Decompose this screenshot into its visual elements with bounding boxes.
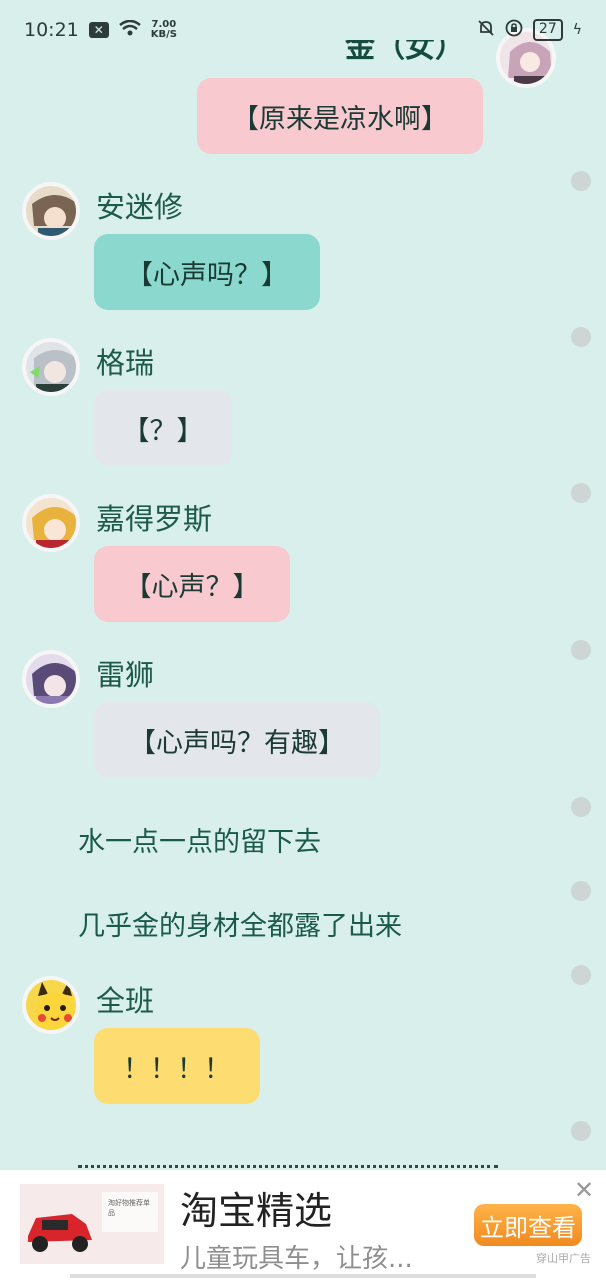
message-dot[interactable] (571, 171, 591, 191)
status-time: 10:21 (24, 19, 79, 41)
ad-thumbnail[interactable]: 淘好物推荐单品 (20, 1184, 164, 1264)
message-bubble[interactable]: 【心声吗？有趣】 (94, 702, 380, 778)
narration-text: 水一点一点的留下去 (78, 827, 321, 858)
rotation-lock-icon (505, 19, 523, 42)
avatar-jiadeluosi[interactable] (22, 494, 80, 552)
message-dot[interactable] (571, 483, 591, 503)
message-bubble[interactable]: 【？】 (94, 390, 232, 466)
battery-indicator: 27 (532, 19, 563, 41)
notification-x-icon: ✕ (88, 22, 109, 38)
ad-subtitle[interactable]: 儿童玩具车，让孩... (180, 1238, 413, 1275)
status-bar: 10:21 ✕ 7.00 KB/S 27 ϟ (0, 0, 606, 60)
message-dot[interactable] (571, 797, 591, 817)
message-dot[interactable] (571, 640, 591, 660)
message-dot[interactable] (571, 965, 591, 985)
network-speed-unit: KB/S (150, 29, 177, 40)
ad-title[interactable]: 淘宝精选 (180, 1180, 332, 1235)
ad-close-icon[interactable]: ✕ (574, 1176, 594, 1204)
wifi-icon (118, 19, 141, 41)
ad-source-label: 穿山甲广告 (536, 1252, 591, 1265)
network-speed: 7.00 KB/S (151, 20, 177, 40)
sender-name: 雷狮 (96, 658, 155, 692)
sender-name: 安迷修 (96, 190, 184, 224)
ad-thumb-caption: 淘好物推荐单品 (108, 1199, 150, 1217)
message-bubble[interactable]: 【心声吗？】 (94, 234, 320, 310)
message-text: 【心声吗？】 (126, 259, 288, 291)
avatar-gerui[interactable] (22, 338, 80, 396)
message-dot[interactable] (571, 881, 591, 901)
message-dot[interactable] (571, 327, 591, 347)
message-bubble[interactable]: ！！！！ (94, 1028, 260, 1104)
message-bubble[interactable]: 【原来是凉水啊】 (197, 78, 483, 154)
ad-banner[interactable]: 淘好物推荐单品 淘宝精选 儿童玩具车，让孩... 立即查看 ✕ 穿山甲广告 (0, 1170, 606, 1280)
message-text: 【心声吗？有趣】 (129, 727, 345, 759)
message-text: ！！！！ (123, 1053, 231, 1085)
message-dot[interactable] (571, 1121, 591, 1141)
avatar-leishi[interactable] (22, 650, 80, 708)
bell-off-icon (477, 19, 495, 42)
charging-icon: ϟ (572, 22, 582, 38)
sender-name: 嘉得罗斯 (96, 502, 213, 536)
message-text: 【心声？】 (124, 571, 260, 603)
sender-name: 全班 (96, 984, 155, 1018)
narration-text: 几乎金的身材全都露了出来 (78, 911, 402, 942)
avatar-quanban[interactable] (22, 976, 80, 1034)
avatar-anmixiu[interactable] (22, 182, 80, 240)
message-text: 【原来是凉水啊】 (232, 103, 448, 135)
ad-view-now-button[interactable]: 立即查看 (474, 1204, 582, 1246)
sender-name: 格瑞 (96, 346, 155, 380)
chat-area: 金（女） 【原来是凉水啊】 安迷修 【心声吗？】 格瑞 【？】 嘉得罗斯 【心声… (0, 0, 606, 1170)
home-indicator (70, 1274, 536, 1278)
divider (78, 1165, 498, 1168)
message-text: 【？】 (122, 415, 204, 447)
message-bubble[interactable]: 【心声？】 (94, 546, 290, 622)
